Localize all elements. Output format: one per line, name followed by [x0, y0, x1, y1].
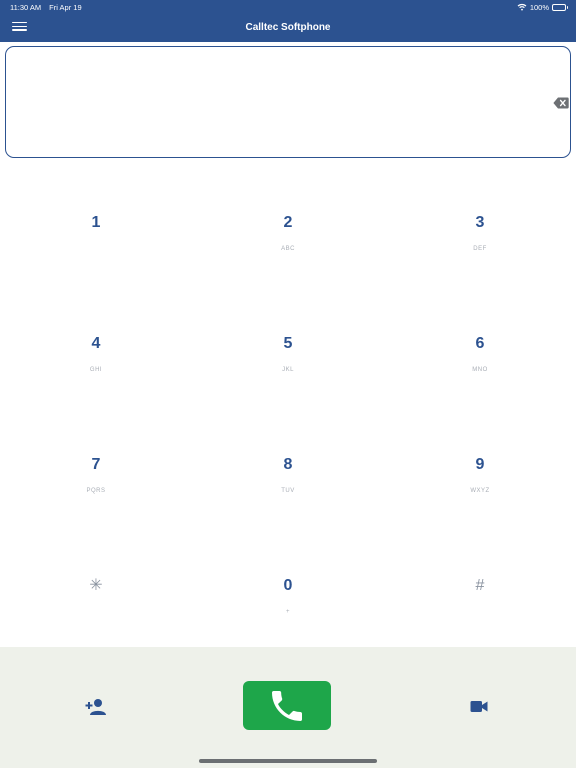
key-digit: 3	[475, 214, 485, 231]
status-time: 11:30 AM	[10, 2, 42, 12]
wifi-icon	[517, 3, 527, 11]
key-digit: 2	[283, 214, 293, 231]
battery-icon	[552, 3, 568, 11]
phone-icon	[272, 690, 302, 721]
key-digit: 9	[475, 456, 485, 473]
dial-key-10[interactable]: ✳	[0, 527, 192, 648]
dial-key-9[interactable]: 9 WXYZ	[384, 406, 576, 527]
key-digit: 1	[91, 214, 101, 231]
header-bar: Calltec Softphone	[0, 14, 576, 42]
dial-key-2[interactable]: 2 ABC	[192, 164, 384, 285]
battery-percent: 100%	[529, 2, 549, 12]
action-bar	[0, 647, 576, 768]
key-letters: TUV	[281, 488, 295, 494]
dial-key-4[interactable]: 4 GHI	[0, 285, 192, 406]
softphone-screen: 11:30 AM Fri Apr 19 100% Calltec Softpho…	[0, 0, 576, 768]
dial-key-5[interactable]: 5 JKL	[192, 285, 384, 406]
key-digit: 5	[283, 335, 293, 352]
key-letters: ABC	[281, 246, 295, 252]
status-right-group: 100%	[517, 2, 568, 12]
dial-key-8[interactable]: 8 TUV	[192, 406, 384, 527]
key-digit: 0	[283, 577, 293, 594]
dial-keypad: 1 2 ABC 3 DEF 4 GHI 5 JKL 6 MNO 7 PQRS 8 TUV 9 WXYZ ✳ 0 + #	[0, 164, 576, 648]
dial-key-1[interactable]: 1	[0, 164, 192, 285]
key-digit: #	[475, 577, 485, 594]
backspace-icon[interactable]	[553, 97, 569, 109]
dial-key-12[interactable]: #	[384, 527, 576, 648]
key-digit: ✳	[89, 577, 103, 594]
key-letters: PQRS	[86, 488, 106, 494]
home-indicator[interactable]	[199, 759, 377, 763]
dial-key-3[interactable]: 3 DEF	[384, 164, 576, 285]
number-display-field[interactable]	[5, 46, 571, 158]
key-digit: 4	[91, 335, 101, 352]
key-digit: 6	[475, 335, 485, 352]
dial-key-11[interactable]: 0 +	[192, 527, 384, 648]
key-digit: 7	[91, 456, 101, 473]
key-letters: WXYZ	[470, 488, 490, 494]
call-button[interactable]	[243, 681, 331, 730]
key-letters: MNO	[472, 367, 488, 373]
status-date: Fri Apr 19	[49, 2, 82, 12]
key-digit: 8	[283, 456, 293, 473]
app-title: Calltec Softphone	[245, 22, 331, 33]
dial-key-6[interactable]: 6 MNO	[384, 285, 576, 406]
key-letters: DEF	[473, 246, 487, 252]
add-contact-icon[interactable]	[85, 698, 107, 716]
key-letters: +	[285, 609, 290, 615]
video-camera-icon[interactable]	[470, 700, 488, 713]
status-bar: 11:30 AM Fri Apr 19 100%	[0, 0, 576, 14]
key-letters: GHI	[89, 367, 103, 373]
key-letters: JKL	[282, 367, 294, 373]
dial-key-7[interactable]: 7 PQRS	[0, 406, 192, 527]
